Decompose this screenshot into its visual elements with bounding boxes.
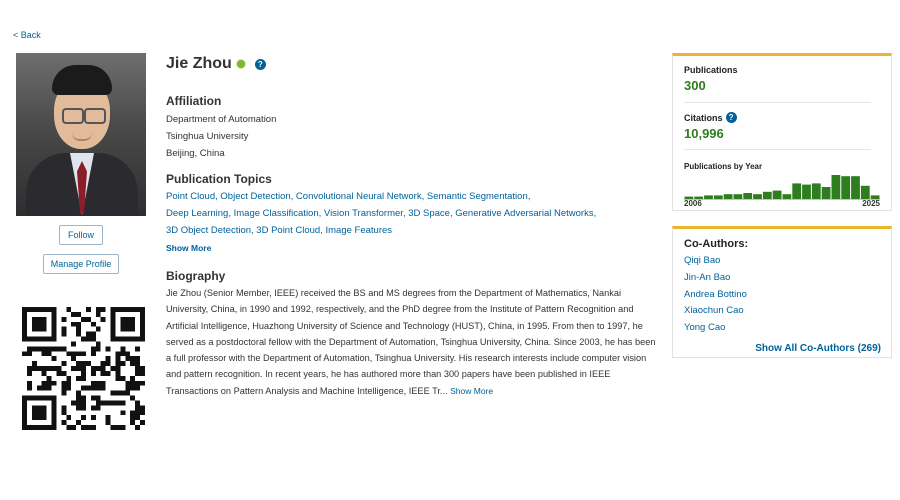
biography-heading: Biography xyxy=(166,269,226,283)
profile-photo xyxy=(16,53,146,216)
back-link[interactable]: < Back xyxy=(13,30,41,40)
affiliation-line: Tsinghua University xyxy=(166,131,249,142)
topic-link[interactable]: 3D Space xyxy=(408,208,450,219)
biography-show-more-link[interactable]: Show More xyxy=(450,386,493,396)
coauthor-link[interactable]: Xiaochun Cao xyxy=(684,303,747,320)
topic-link[interactable]: 3D Object Detection xyxy=(166,225,251,236)
chart-bar-2017[interactable] xyxy=(792,183,802,199)
chart-year-start: 2006 xyxy=(684,199,702,208)
coauthor-link[interactable]: Andrea Bottino xyxy=(684,287,747,304)
chart-year-end: 2025 xyxy=(862,199,880,208)
topic-link[interactable]: 3D Point Cloud xyxy=(256,225,320,236)
chart-bar-2008[interactable] xyxy=(704,195,713,199)
chart-bar-2011[interactable] xyxy=(733,194,743,199)
citations-label-row: Citations ? xyxy=(684,112,737,123)
topics-list: Point Cloud, Object Detection, Convoluti… xyxy=(166,191,597,236)
biography-body: Jie Zhou (Senior Member, IEEE) received … xyxy=(166,288,656,396)
topic-link[interactable]: Semantic Segmentation xyxy=(427,191,528,202)
topics-heading: Publication Topics xyxy=(166,172,272,186)
citations-count: 10,996 xyxy=(684,126,724,141)
page-title: Jie Zhou ? xyxy=(166,55,266,73)
topics-show-more-link[interactable]: Show More xyxy=(166,243,211,253)
biography-text: Jie Zhou (Senior Member, IEEE) received … xyxy=(166,285,658,399)
publications-label: Publications xyxy=(684,65,738,75)
chart-bar-2009[interactable] xyxy=(713,195,723,199)
publications-count[interactable]: 300 xyxy=(684,78,706,93)
author-name: Jie Zhou xyxy=(166,55,232,72)
affiliation-block: Department of Automation Tsinghua Univer… xyxy=(166,111,276,162)
chart-bar-2023[interactable] xyxy=(851,176,860,199)
coauthors-card: Co-Authors: Qiqi Bao Jin-An Bao Andrea B… xyxy=(672,226,892,358)
chart-bar-2015[interactable] xyxy=(772,190,782,199)
help-icon[interactable]: ? xyxy=(725,112,737,123)
topic-link[interactable]: Vision Transformer xyxy=(324,208,403,219)
chart-bar-2019[interactable] xyxy=(811,183,821,199)
affiliation-line: Beijing, China xyxy=(166,148,225,159)
citations-label: Citations xyxy=(684,112,723,123)
topic-link[interactable]: Image Features xyxy=(325,225,392,236)
qr-code xyxy=(22,307,145,430)
orcid-icon[interactable] xyxy=(236,60,245,68)
chart-bar-2021[interactable] xyxy=(831,175,841,199)
chart-bar-2018[interactable] xyxy=(802,184,811,199)
chart-bar-2012[interactable] xyxy=(743,193,753,199)
chart-bar-2013[interactable] xyxy=(753,194,762,199)
chart-bar-2016[interactable] xyxy=(782,194,792,199)
coauthor-link[interactable]: Qiqi Bao xyxy=(684,253,747,270)
help-icon[interactable]: ? xyxy=(254,58,266,70)
follow-button[interactable]: Follow xyxy=(59,225,103,245)
topic-link[interactable]: Point Cloud xyxy=(166,191,215,202)
topic-link[interactable]: Deep Learning xyxy=(166,208,228,219)
by-year-label: Publications by Year xyxy=(684,162,763,171)
topic-link[interactable]: Convolutional Neural Network xyxy=(296,191,422,202)
show-all-coauthors-link[interactable]: Show All Co-Authors (269) xyxy=(755,343,881,354)
affiliation-heading: Affiliation xyxy=(166,94,222,108)
chart-bar-2014[interactable] xyxy=(762,191,772,199)
coauthor-link[interactable]: Yong Cao xyxy=(684,320,747,337)
chart-bar-2024[interactable] xyxy=(860,185,870,199)
topic-link[interactable]: Image Classification xyxy=(234,208,319,219)
manage-profile-button[interactable]: Manage Profile xyxy=(43,254,119,274)
coauthors-list: Qiqi Bao Jin-An Bao Andrea Bottino Xiaoc… xyxy=(684,253,747,337)
coauthor-link[interactable]: Jin-An Bao xyxy=(684,270,747,287)
affiliation-line: Department of Automation xyxy=(166,114,277,125)
metrics-card: Publications 300 Citations ? 10,996 Publ… xyxy=(672,53,892,211)
topic-link[interactable]: Object Detection xyxy=(220,191,290,202)
coauthors-heading: Co-Authors: xyxy=(684,238,749,250)
chart-bar-2022[interactable] xyxy=(841,176,851,199)
publications-by-year-chart xyxy=(684,175,880,200)
chart-bar-2020[interactable] xyxy=(821,187,831,199)
topic-link[interactable]: Generative Adversarial Networks xyxy=(455,208,593,219)
chart-bar-2010[interactable] xyxy=(723,194,733,199)
